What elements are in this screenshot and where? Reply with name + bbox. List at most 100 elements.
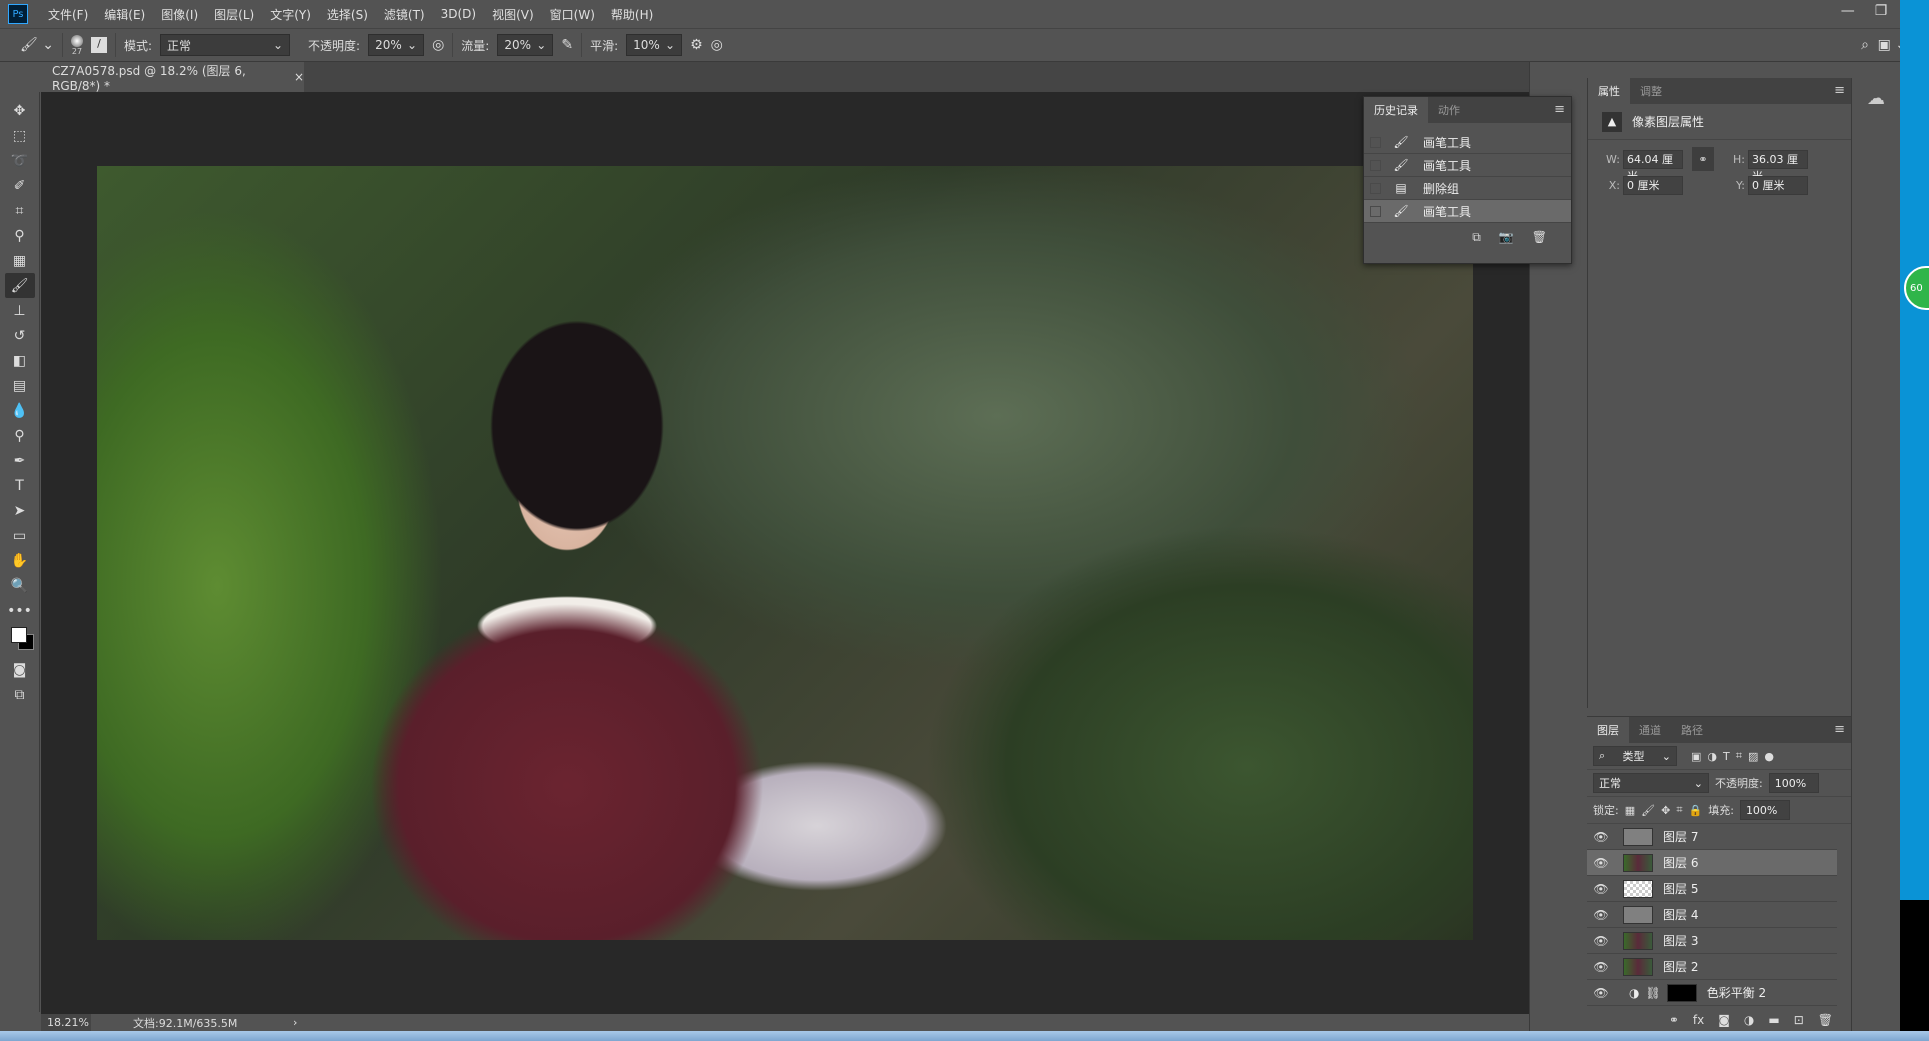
document-tab[interactable]: CZ7A0578.psd @ 18.2% (图层 6, RGB/8*) * × bbox=[42, 62, 304, 93]
eye-icon[interactable]: 👁 bbox=[1587, 934, 1615, 948]
filter-pixel-icon[interactable]: ▣ bbox=[1691, 750, 1701, 763]
eye-icon[interactable]: 👁 bbox=[1587, 986, 1615, 1000]
new-layer-icon[interactable]: ⊡ bbox=[1794, 1013, 1804, 1027]
flow-input[interactable]: 20% ⌄ bbox=[497, 34, 554, 56]
pressure-opacity-icon[interactable]: ◎ bbox=[432, 37, 444, 53]
menu-3d[interactable]: 3D(D) bbox=[433, 7, 484, 21]
screen-mode-icon[interactable]: ⧉ bbox=[5, 682, 35, 707]
brush-tool-icon[interactable]: 🖌 bbox=[4, 273, 35, 298]
gradient-tool-icon[interactable]: ▤ bbox=[5, 373, 35, 398]
dodge-tool-icon[interactable]: ⚲ bbox=[5, 423, 35, 448]
gear-icon[interactable]: ⚙ bbox=[690, 37, 703, 53]
tab-properties[interactable]: 属性 bbox=[1588, 78, 1630, 104]
panel-menu-icon[interactable]: ≡ bbox=[1834, 722, 1845, 737]
filter-type-icon[interactable]: T bbox=[1723, 750, 1730, 763]
status-menu-arrow[interactable]: › bbox=[293, 1016, 297, 1029]
history-item[interactable]: ▤ 删除组 bbox=[1364, 177, 1571, 200]
eyedropper-tool-icon[interactable]: ⚲ bbox=[5, 223, 35, 248]
mode-select[interactable]: 正常 ⌄ bbox=[160, 34, 291, 56]
add-mask-icon[interactable]: ◙ bbox=[1718, 1013, 1730, 1027]
crop-tool-icon[interactable]: ⌗ bbox=[5, 198, 35, 223]
lock-all-icon[interactable]: 🔒 bbox=[1689, 804, 1703, 817]
lock-position-icon[interactable]: ✥ bbox=[1661, 804, 1670, 817]
history-item[interactable]: 🖌 画笔工具 bbox=[1364, 131, 1571, 154]
tab-channels[interactable]: 通道 bbox=[1629, 717, 1671, 743]
quick-select-tool-icon[interactable]: ✐ bbox=[5, 173, 35, 198]
fill-input[interactable]: 100% bbox=[1739, 800, 1790, 820]
menu-window[interactable]: 窗口(W) bbox=[542, 6, 603, 23]
restore-button[interactable]: ❐ bbox=[1875, 3, 1888, 19]
pressure-size-icon[interactable]: ◎ bbox=[711, 37, 723, 53]
type-tool-icon[interactable]: T bbox=[5, 473, 35, 498]
panel-menu-icon[interactable]: ≡ bbox=[1834, 83, 1845, 98]
color-swatches-icon[interactable] bbox=[5, 623, 35, 657]
menu-file[interactable]: 文件(F) bbox=[40, 6, 96, 23]
lasso-tool-icon[interactable]: ➰ bbox=[5, 148, 35, 173]
history-checkbox[interactable] bbox=[1370, 136, 1381, 148]
eraser-tool-icon[interactable]: ◧ bbox=[5, 348, 35, 373]
layer-row[interactable]: 👁 图层 6 bbox=[1587, 850, 1837, 876]
healing-brush-tool-icon[interactable]: ▦ bbox=[5, 248, 35, 273]
marquee-tool-icon[interactable]: ⬚ bbox=[5, 123, 35, 148]
brush-panel-toggle-icon[interactable]: / bbox=[90, 37, 107, 53]
eye-icon[interactable]: 👁 bbox=[1587, 908, 1615, 922]
filter-shape-icon[interactable]: ⌗ bbox=[1736, 749, 1742, 763]
menu-edit[interactable]: 编辑(E) bbox=[96, 6, 153, 23]
filter-toggle-icon[interactable]: ● bbox=[1764, 750, 1774, 763]
eye-icon[interactable]: 👁 bbox=[1587, 882, 1615, 896]
brush-preset-picker[interactable]: 27 bbox=[70, 34, 83, 56]
x-field[interactable]: 0 厘米 bbox=[1623, 175, 1683, 195]
tab-paths[interactable]: 路径 bbox=[1671, 717, 1713, 743]
fx-icon[interactable]: fx bbox=[1693, 1013, 1704, 1027]
close-tab-icon[interactable]: × bbox=[294, 70, 304, 84]
quick-mask-icon[interactable]: ◙ bbox=[5, 657, 35, 682]
width-field[interactable]: 64.04 厘米 bbox=[1623, 149, 1683, 183]
link-layers-icon[interactable]: ⚭ bbox=[1669, 1013, 1679, 1027]
height-field[interactable]: 36.03 厘米 bbox=[1748, 149, 1808, 183]
menu-image[interactable]: 图像(I) bbox=[153, 6, 206, 23]
canvas-area[interactable] bbox=[41, 92, 1529, 1014]
more-tools-icon[interactable]: ••• bbox=[5, 598, 35, 623]
menu-help[interactable]: 帮助(H) bbox=[603, 6, 661, 23]
layer-row[interactable]: 👁 图层 3 bbox=[1587, 928, 1837, 954]
filter-smart-object-icon[interactable]: ▨ bbox=[1748, 750, 1758, 763]
eye-icon[interactable]: 👁 bbox=[1587, 960, 1615, 974]
clone-stamp-tool-icon[interactable]: ⊥ bbox=[5, 298, 35, 323]
zoom-level[interactable]: 18.21% bbox=[41, 1014, 91, 1031]
link-icon[interactable]: ⚭ bbox=[1692, 147, 1714, 171]
opacity-input[interactable]: 20% ⌄ bbox=[368, 34, 425, 56]
layer-row[interactable]: 👁 ◑ ⛓ 色彩平衡 2 bbox=[1587, 980, 1837, 1006]
menu-filter[interactable]: 滤镜(T) bbox=[376, 6, 433, 23]
history-brush-tool-icon[interactable]: ↺ bbox=[5, 323, 35, 348]
tab-history[interactable]: 历史记录 bbox=[1364, 97, 1428, 123]
search-icon[interactable]: ⌕ bbox=[1861, 37, 1869, 53]
minimize-button[interactable]: — bbox=[1841, 3, 1855, 19]
trash-icon[interactable]: 🗑 bbox=[1818, 1013, 1833, 1027]
layer-opacity-input[interactable]: 100% bbox=[1768, 773, 1819, 793]
eye-icon[interactable]: 👁 bbox=[1587, 856, 1615, 870]
lock-artboard-icon[interactable]: ⌗ bbox=[1676, 803, 1682, 817]
history-item[interactable]: 🖌 画笔工具 bbox=[1364, 154, 1571, 177]
eye-icon[interactable]: 👁 bbox=[1587, 830, 1615, 844]
history-checkbox[interactable] bbox=[1370, 159, 1381, 171]
menu-type[interactable]: 文字(Y) bbox=[262, 6, 319, 23]
hand-tool-icon[interactable]: ✋ bbox=[5, 548, 35, 573]
tab-layers[interactable]: 图层 bbox=[1587, 717, 1629, 743]
menu-select[interactable]: 选择(S) bbox=[319, 6, 376, 23]
pen-tool-icon[interactable]: ✒ bbox=[5, 448, 35, 473]
tab-actions[interactable]: 动作 bbox=[1428, 97, 1470, 123]
lock-transparency-icon[interactable]: ▦ bbox=[1625, 804, 1635, 817]
brush-tool-preset-icon[interactable]: 🖌 ⌄ bbox=[20, 37, 54, 53]
layer-row[interactable]: 👁 图层 5 bbox=[1587, 876, 1837, 902]
smoothing-input[interactable]: 10% ⌄ bbox=[626, 34, 683, 56]
history-checkbox[interactable] bbox=[1370, 205, 1381, 217]
history-checkbox[interactable] bbox=[1370, 182, 1381, 194]
history-item[interactable]: 🖌 画笔工具 bbox=[1364, 200, 1571, 223]
layer-row[interactable]: 👁 图层 4 bbox=[1587, 902, 1837, 928]
new-document-from-state-icon[interactable]: ⧉ bbox=[1472, 230, 1481, 245]
airbrush-icon[interactable]: ✎ bbox=[561, 37, 573, 53]
creative-cloud-icon[interactable]: ☁ bbox=[1852, 88, 1900, 109]
menu-layer[interactable]: 图层(L) bbox=[206, 6, 262, 23]
trash-icon[interactable]: 🗑 bbox=[1532, 230, 1547, 244]
new-group-icon[interactable]: ▬ bbox=[1768, 1013, 1779, 1027]
